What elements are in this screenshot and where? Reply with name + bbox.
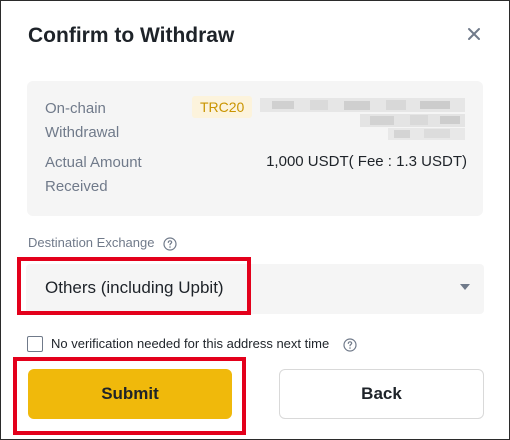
- back-button[interactable]: Back: [279, 369, 484, 419]
- caret-down-icon: [460, 284, 470, 290]
- no-verification-checkbox[interactable]: [27, 336, 43, 352]
- destination-exchange-label: Destination Exchange: [28, 235, 177, 251]
- close-button[interactable]: [463, 23, 485, 45]
- dialog-title: Confirm to Withdraw: [28, 24, 235, 47]
- actual-amount-received-label: Actual Amount Received: [45, 154, 142, 195]
- no-verification-label: No verification needed for this address …: [51, 336, 357, 352]
- redacted-address: [260, 98, 465, 140]
- select-highlight-box: [17, 257, 251, 315]
- withdraw-summary-panel: On-chain Withdrawal TRC20 Actual Amount …: [27, 81, 483, 216]
- question-circle-icon[interactable]: [343, 337, 357, 352]
- network-badge: TRC20: [192, 96, 253, 118]
- question-circle-icon[interactable]: [163, 236, 177, 251]
- submit-highlight-box: [13, 357, 246, 435]
- withdraw-confirm-dialog: Confirm to Withdraw On-chain Withdrawal …: [0, 0, 510, 440]
- close-icon: [468, 28, 480, 40]
- received-amount-value: 1,000 USDT( Fee : 1.3 USDT): [266, 153, 467, 170]
- onchain-withdrawal-label: On-chain Withdrawal: [45, 100, 120, 141]
